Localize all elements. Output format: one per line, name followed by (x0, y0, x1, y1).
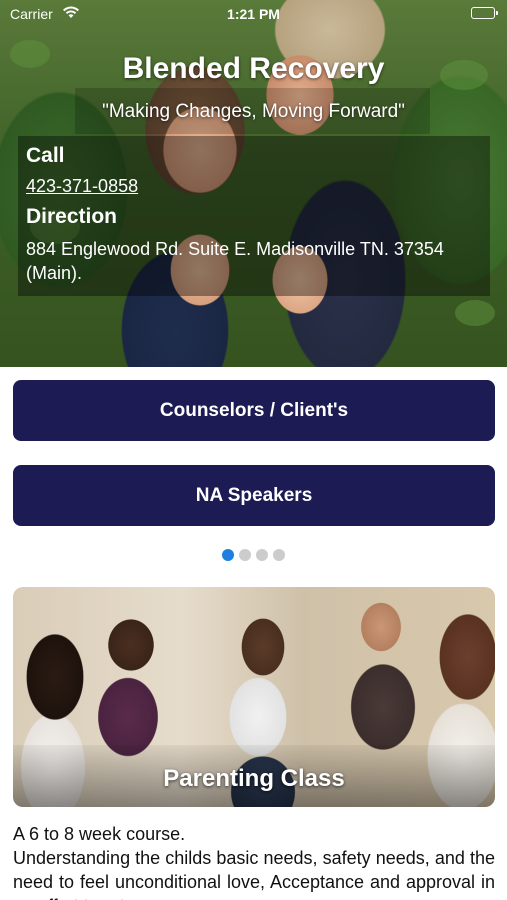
address-text[interactable]: 884 Englewood Rd. Suite E. Madisonville … (26, 237, 496, 285)
app-title: Blended Recovery (122, 52, 385, 85)
battery-icon (471, 7, 498, 19)
page-dot[interactable] (239, 549, 251, 561)
app-tagline: "Making Changes, Moving Forward" (102, 101, 405, 122)
call-heading: Call (26, 144, 65, 167)
phone-link[interactable]: 423-371-0858 (26, 176, 138, 197)
page-indicator[interactable] (0, 549, 507, 561)
page-dot[interactable] (273, 549, 285, 561)
parenting-class-card[interactable]: Parenting Class (13, 587, 495, 807)
card-title: Parenting Class (163, 765, 345, 792)
description-line-2: Understanding the childs basic needs, sa… (13, 848, 495, 900)
page-dot[interactable] (256, 549, 268, 561)
direction-heading: Direction (26, 205, 118, 228)
class-description: A 6 to 8 week course. Understanding the … (13, 822, 495, 900)
page-dot[interactable] (222, 549, 234, 561)
na-speakers-button[interactable]: NA Speakers (13, 465, 495, 526)
status-time: 1:21 PM (227, 6, 280, 22)
status-bar: Carrier 1:21 PM (0, 0, 507, 28)
description-line-1: A 6 to 8 week course. (13, 824, 186, 844)
counselors-clients-button[interactable]: Counselors / Client's (13, 380, 495, 441)
